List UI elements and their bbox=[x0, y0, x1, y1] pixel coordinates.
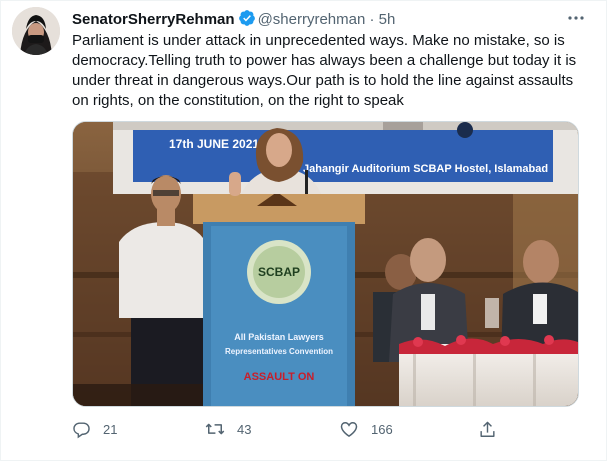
like-button[interactable]: 166 bbox=[339, 415, 393, 443]
like-icon bbox=[339, 419, 359, 439]
reply-count: 21 bbox=[103, 421, 118, 437]
retweet-count: 43 bbox=[237, 421, 252, 437]
podium-line1-text: All Pakistan Lawyers bbox=[234, 332, 324, 342]
tweet-card[interactable]: SenatorSherryRehman @sherryrehman · 5h Pa… bbox=[0, 0, 607, 461]
share-button[interactable] bbox=[478, 415, 497, 443]
header-separator: · bbox=[369, 11, 375, 28]
timestamp[interactable]: 5h bbox=[379, 11, 396, 28]
retweet-button[interactable]: 43 bbox=[205, 415, 251, 443]
photo-scene: 17th JUNE 2021 at Jahangir Auditorium SC… bbox=[73, 122, 578, 406]
display-name[interactable]: SenatorSherryRehman bbox=[72, 11, 235, 28]
avatar-image bbox=[12, 7, 60, 55]
podium-logo-text: SCBAP bbox=[258, 265, 300, 279]
avatar[interactable] bbox=[12, 7, 60, 55]
tweet-actions: 21 43 166 bbox=[72, 415, 502, 443]
podium-line3-text: ASSAULT ON bbox=[244, 371, 315, 383]
more-options-icon[interactable] bbox=[566, 8, 586, 28]
tweet-text: Parliament is under attack in unpreceden… bbox=[72, 32, 577, 109]
share-icon bbox=[478, 420, 497, 439]
tweet-photo[interactable]: 17th JUNE 2021 at Jahangir Auditorium SC… bbox=[72, 121, 579, 407]
reply-button[interactable]: 21 bbox=[72, 415, 117, 443]
user-handle[interactable]: @sherryrehman bbox=[258, 11, 366, 28]
tweet-header: SenatorSherryRehman @sherryrehman · 5h bbox=[72, 9, 586, 29]
like-count: 166 bbox=[371, 421, 393, 437]
retweet-icon bbox=[205, 419, 225, 439]
banner-venue-text: Jahangir Auditorium SCBAP Hostel, Islama… bbox=[303, 163, 548, 175]
reply-icon bbox=[72, 420, 91, 439]
verified-badge-icon bbox=[238, 9, 256, 33]
podium-line2-text: Representatives Convention bbox=[225, 347, 333, 356]
